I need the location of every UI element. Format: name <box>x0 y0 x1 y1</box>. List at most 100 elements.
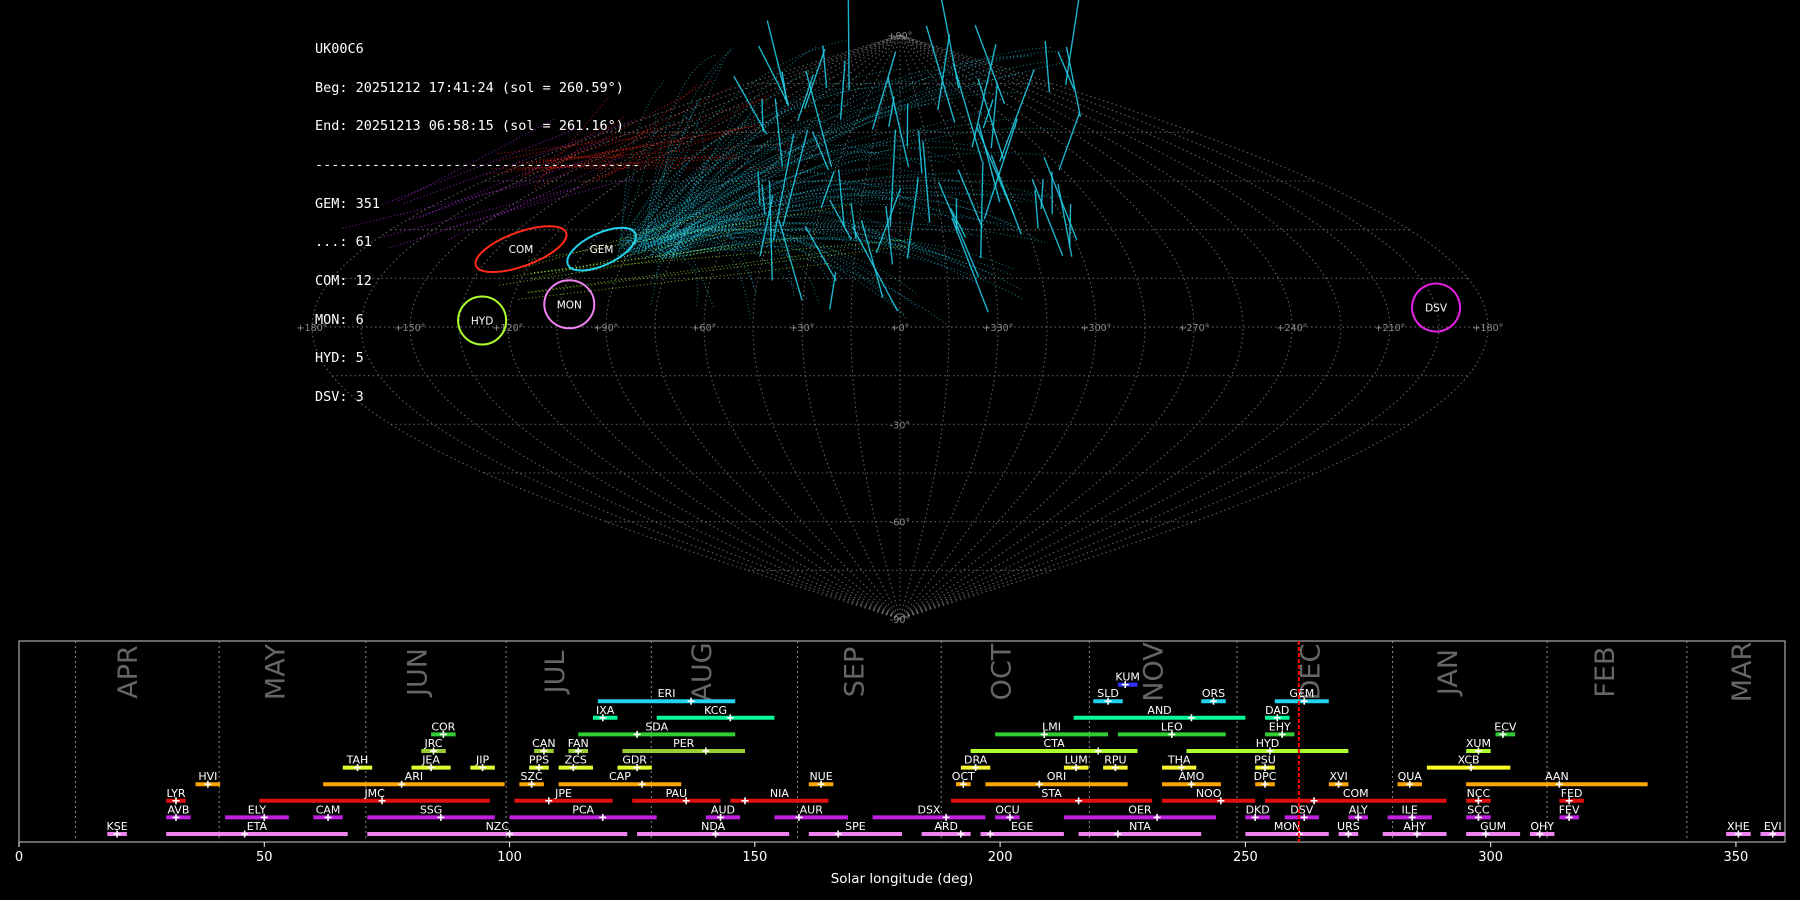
shower-label-aur: AUR <box>800 803 824 816</box>
month-label: FEB <box>1590 646 1621 697</box>
station-code: UK00C6 <box>315 40 364 57</box>
month-label: JUN <box>403 648 434 698</box>
count-mon: MON: 6 <box>315 311 364 328</box>
shower-label-fan: FAN <box>568 737 589 750</box>
shower-label-nta: NTA <box>1129 820 1151 833</box>
shower-label-szc: SZC <box>521 770 544 783</box>
shower-label-eri: ERI <box>658 687 676 700</box>
shower-label-xhe: XHE <box>1727 820 1750 833</box>
shower-label-nue: NUE <box>809 770 832 783</box>
shower-label-jpe: JPE <box>554 787 572 800</box>
shower-label-dpc: DPC <box>1254 770 1277 783</box>
begin-time: Beg: 20251212 17:41:24 (sol = 260.59°) <box>315 79 624 96</box>
month-label: SEP <box>839 647 870 697</box>
shower-label-gdr: GDR <box>622 754 647 767</box>
shower-label-cta: CTA <box>1044 737 1066 750</box>
shower-label-kum: KUM <box>1115 671 1139 684</box>
shower-label-ehy: EHY <box>1269 720 1291 733</box>
shower-label-dra: DRA <box>964 754 988 767</box>
shower-label-ile: ILE <box>1402 803 1418 816</box>
shower-label-sta: STA <box>1041 787 1062 800</box>
shower-label-and: AND <box>1147 704 1171 717</box>
shower-label-cam: CAM <box>316 803 341 816</box>
shower-label-cor: COR <box>431 720 455 733</box>
shower-label-lyr: LYR <box>166 787 185 800</box>
shower-label-dsx: DSX <box>917 803 940 816</box>
shower-label-xcb: XCB <box>1458 754 1480 767</box>
shower-label-pau: PAU <box>666 787 688 800</box>
x-tick-label: 250 <box>1233 850 1258 865</box>
count-gem: GEM: 351 <box>315 195 381 212</box>
x-tick-label: 50 <box>256 850 273 865</box>
shower-label-ocu: OCU <box>995 803 1019 816</box>
shower-label-xvi: XVI <box>1329 770 1347 783</box>
month-label: NOV <box>1138 642 1169 702</box>
shower-label-nda: NDA <box>701 820 726 833</box>
shower-label-ori: ORI <box>1047 770 1067 783</box>
shower-label-fed: FED <box>1561 787 1583 800</box>
shower-label-ssg: SSG <box>420 803 443 816</box>
shower-label-ege: EGE <box>1011 820 1033 833</box>
shower-label-ohy: OHY <box>1530 820 1554 833</box>
shower-label-hvi: HVI <box>198 770 217 783</box>
shower-label-jrc: JRC <box>424 737 443 750</box>
shower-label-gem: GEM <box>1289 687 1314 700</box>
x-tick-label: 150 <box>742 850 767 865</box>
info-panel: UK00C6 Beg: 20251212 17:41:24 (sol = 260… <box>315 17 640 417</box>
shower-label-avb: AVB <box>167 803 189 816</box>
shower-label-eta: ETA <box>247 820 268 833</box>
shower-label-ahy: AHY <box>1403 820 1426 833</box>
shower-label-mon: MON <box>1274 820 1300 833</box>
shower-label-kcg: KCG <box>704 704 727 717</box>
shower-label-dsv: DSV <box>1290 803 1313 816</box>
shower-label-qua: QUA <box>1398 770 1423 783</box>
shower-label-jea: JEA <box>421 754 440 767</box>
shower-label-aud: AUD <box>711 803 735 816</box>
shower-label-leo: LEO <box>1161 720 1183 733</box>
shower-label-tah: TAH <box>346 754 369 767</box>
shower-label-ors: ORS <box>1202 687 1225 700</box>
shower-label-aly: ALY <box>1349 803 1368 816</box>
shower-label-amo: AMO <box>1179 770 1205 783</box>
shower-label-pps: PPS <box>529 754 549 767</box>
month-label: MAR <box>1727 642 1758 703</box>
shower-label-jmc: JMC <box>363 787 385 800</box>
shower-label-evi: EVI <box>1764 820 1782 833</box>
month-label: AUG <box>687 642 718 701</box>
shower-label-ely: ELY <box>248 803 267 816</box>
shower-label-urs: URS <box>1337 820 1360 833</box>
count-com: COM: 12 <box>315 273 372 290</box>
shower-label-psu: PSU <box>1254 754 1276 767</box>
shower-label-lum: LUM <box>1065 754 1088 767</box>
count-sporadic: ...: 61 <box>315 234 372 251</box>
shower-label-com: COM <box>1343 787 1369 800</box>
shower-timeline-chart: APR MAY JUN JUL AUG SEP OCT NOV DEC JAN FEB MARKUME… <box>15 640 1786 887</box>
shower-label-ard: ARD <box>934 820 958 833</box>
x-tick-label: 100 <box>497 850 522 865</box>
month-label: MAY <box>260 643 291 700</box>
shower-label-sda: SDA <box>645 720 668 733</box>
month-label: JUL <box>540 651 571 696</box>
shower-label-can: CAN <box>532 737 555 750</box>
shower-label-sld: SLD <box>1097 687 1119 700</box>
month-label: JAN <box>1433 649 1464 697</box>
shower-label-spe: SPE <box>845 820 866 833</box>
shower-label-dkd: DKD <box>1246 803 1270 816</box>
shower-label-ncc: NCC <box>1467 787 1491 800</box>
x-axis-label: Solar longitude (deg) <box>831 871 974 887</box>
shower-label-oct: OCT <box>952 770 975 783</box>
shower-label-noo: NOO <box>1196 787 1222 800</box>
shower-label-xum: XUM <box>1466 737 1491 750</box>
shower-label-dad: DAD <box>1265 704 1289 717</box>
count-hyd: HYD: 5 <box>315 350 364 367</box>
shower-label-kse: KSE <box>107 820 128 833</box>
end-time: End: 20251213 06:58:15 (sol = 261.16°) <box>315 118 624 135</box>
separator-line: ---------------------------------------- <box>315 156 641 173</box>
month-label: OCT <box>986 643 1017 700</box>
shower-label-scc: SCC <box>1467 803 1490 816</box>
shower-label-hyd: HYD <box>1256 737 1279 750</box>
x-tick-label: 0 <box>15 850 23 865</box>
x-tick-label: 200 <box>988 850 1013 865</box>
shower-label-zcs: ZCS <box>565 754 587 767</box>
shower-label-gum: GUM <box>1480 820 1506 833</box>
